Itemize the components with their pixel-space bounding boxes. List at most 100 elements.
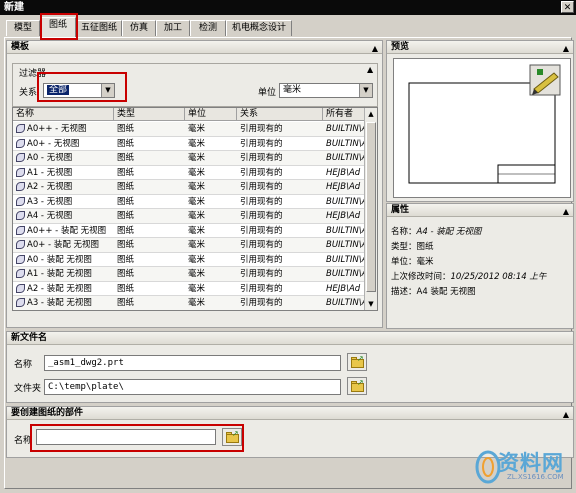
- cell-text: A3 - 装配 无视图: [27, 298, 92, 308]
- template-owner-cell: BUILTIN\A: [323, 195, 365, 209]
- cell-text: A0+ - 装配 无视图: [27, 240, 100, 250]
- cell-text: 毫米: [188, 254, 206, 265]
- template-type-cell: 图纸: [114, 122, 185, 136]
- folder-input[interactable]: C:\temp\plate\: [44, 379, 341, 395]
- table-row[interactable]: A4 - 无视图 图纸 毫米 引用现有的 HEJB\Ad: [13, 209, 365, 224]
- part-panel-header[interactable]: 要创建图纸的部件 ▲: [7, 407, 573, 420]
- file-name-input[interactable]: _asm1_dwg2.prt: [44, 355, 341, 371]
- property-modified: 上次修改时间：10/25/2012 08:14 上午: [391, 270, 546, 282]
- template-type-cell: 图纸: [114, 282, 185, 296]
- chevron-up-icon[interactable]: ▲: [563, 42, 569, 55]
- preview-image: [393, 58, 571, 198]
- column-header-type[interactable]: 类型: [114, 108, 185, 121]
- cell-text: 毫米: [188, 283, 206, 294]
- watermark-url: ZL.XS1616.COM: [507, 473, 564, 481]
- new-file-panel-header[interactable]: 新文件名: [7, 332, 573, 345]
- table-row[interactable]: A3 - 装配 无视图 图纸 毫米 引用现有的 BUILTIN\A: [13, 296, 365, 310]
- column-header-name[interactable]: 名称: [13, 108, 114, 121]
- template-relation-cell: 引用现有的: [237, 253, 323, 267]
- property-description: 描述：A4 装配 无视图: [391, 285, 476, 297]
- table-row[interactable]: A1 - 无视图 图纸 毫米 引用现有的 HEJB\Ad: [13, 165, 365, 180]
- table-row[interactable]: A3 - 无视图 图纸 毫米 引用现有的 BUILTIN\A: [13, 194, 365, 209]
- preview-panel-header[interactable]: 预览 ▲: [387, 41, 573, 54]
- cell-text: A1 - 无视图: [27, 167, 73, 178]
- column-header-relation[interactable]: 关系: [237, 108, 323, 121]
- scroll-up-icon[interactable]: ▲: [365, 108, 377, 120]
- cell-text: 图纸: [117, 254, 135, 265]
- browse-file-button[interactable]: ↗: [347, 353, 367, 371]
- template-unit-cell: 毫米: [185, 166, 237, 180]
- tab-simulation[interactable]: 仿真: [122, 20, 156, 36]
- cell-text: BUILTIN\A: [326, 269, 365, 279]
- browse-folder-button[interactable]: ↗: [347, 377, 367, 395]
- table-row[interactable]: A0++ - 装配 无视图 图纸 毫米 引用现有的 BUILTIN\A: [13, 223, 365, 238]
- table-row[interactable]: A1 - 装配 无视图 图纸 毫米 引用现有的 BUILTIN\A: [13, 267, 365, 282]
- tab-highlight: [40, 13, 78, 40]
- table-scrollbar[interactable]: ▲ ▼: [364, 108, 377, 310]
- tab-inspection[interactable]: 检测: [190, 20, 226, 36]
- template-unit-cell: 毫米: [185, 296, 237, 310]
- template-unit-cell: 毫米: [185, 122, 237, 136]
- template-type-cell: 图纸: [114, 253, 185, 267]
- column-header-owner[interactable]: 所有者: [323, 108, 365, 121]
- drawing-file-icon: [16, 269, 25, 278]
- cell-text: 图纸: [117, 138, 135, 149]
- cell-text: 图纸: [117, 283, 135, 294]
- close-button[interactable]: ✕: [561, 1, 574, 13]
- window-title: 新建: [4, 2, 24, 13]
- table-row[interactable]: A0 - 装配 无视图 图纸 毫米 引用现有的 BUILTIN\A: [13, 252, 365, 267]
- drawing-file-icon: [16, 196, 25, 206]
- chevron-up-icon[interactable]: ▲: [563, 408, 569, 421]
- scrollbar-thumb[interactable]: [366, 122, 376, 292]
- table-row[interactable]: A0 - 无视图 图纸 毫米 引用现有的 BUILTIN\A: [13, 151, 365, 166]
- cell-text: 引用现有的: [240, 298, 283, 308]
- template-relation-cell: 引用现有的: [237, 166, 323, 180]
- template-owner-cell: HEJB\Ad: [323, 282, 365, 296]
- table-row[interactable]: A0++ - 无视图 图纸 毫米 引用现有的 BUILTIN\A: [13, 122, 365, 137]
- property-value: 毫米: [416, 257, 434, 267]
- cell-text: 引用现有的: [240, 283, 283, 294]
- cell-text: A0 - 无视图: [27, 153, 73, 163]
- cell-text: 毫米: [188, 211, 206, 221]
- table-row[interactable]: A2 - 无视图 图纸 毫米 引用现有的 HEJB\Ad: [13, 180, 365, 195]
- preview-panel-title: 预览: [391, 42, 410, 52]
- table-row[interactable]: A0+ - 无视图 图纸 毫米 引用现有的 BUILTIN\A: [13, 136, 365, 151]
- tab-model[interactable]: 模型: [6, 20, 40, 36]
- templates-panel-header[interactable]: 模板 ▲: [7, 41, 382, 54]
- template-relation-cell: 引用现有的: [237, 180, 323, 194]
- chevron-up-icon[interactable]: ▲: [563, 205, 569, 218]
- template-type-cell: 图纸: [114, 195, 185, 209]
- cell-text: 引用现有的: [240, 211, 283, 221]
- tab-mechatronics[interactable]: 机电概念设计: [226, 20, 292, 36]
- template-relation-cell: 引用现有的: [237, 137, 323, 151]
- cell-text: BUILTIN\A: [326, 225, 365, 236]
- template-type-cell: 图纸: [114, 224, 185, 238]
- properties-panel-header[interactable]: 属性 ▲: [387, 204, 573, 217]
- table-row[interactable]: A2 - 装配 无视图 图纸 毫米 引用现有的 HEJB\Ad: [13, 281, 365, 296]
- tab-wuzheng-drawing[interactable]: 五征图纸: [76, 20, 122, 36]
- scroll-down-icon[interactable]: ▼: [365, 298, 377, 310]
- drawing-file-icon: [16, 138, 25, 148]
- chevron-down-icon[interactable]: ▼: [359, 84, 372, 97]
- window-titlebar: 新建 ✕: [0, 0, 576, 15]
- template-unit-cell: 毫米: [185, 224, 237, 238]
- template-name-cell: A4 - 无视图: [13, 209, 114, 223]
- column-header-unit[interactable]: 单位: [185, 108, 237, 121]
- chevron-up-icon[interactable]: ▲: [367, 65, 373, 74]
- table-row[interactable]: A0+ - 装配 无视图 图纸 毫米 引用现有的 BUILTIN\A: [13, 238, 365, 253]
- template-type-cell: 图纸: [114, 151, 185, 165]
- template-type-cell: 图纸: [114, 267, 185, 281]
- cell-text: 毫米: [188, 138, 206, 149]
- property-type: 类型：图纸: [391, 240, 434, 252]
- tab-manufacturing[interactable]: 加工: [156, 20, 190, 36]
- templates-panel-title: 模板: [11, 42, 30, 52]
- cell-text: BUILTIN\A: [326, 124, 365, 134]
- drawing-file-icon: [16, 283, 25, 293]
- cell-text: 图纸: [117, 196, 135, 207]
- cell-text: 引用现有的: [240, 269, 283, 279]
- cell-text: 引用现有的: [240, 138, 283, 149]
- cell-text: A0 - 装配 无视图: [27, 254, 92, 265]
- chevron-up-icon[interactable]: ▲: [372, 42, 378, 55]
- unit-select[interactable]: 毫米 ▼: [279, 83, 373, 98]
- template-relation-cell: 引用现有的: [237, 282, 323, 296]
